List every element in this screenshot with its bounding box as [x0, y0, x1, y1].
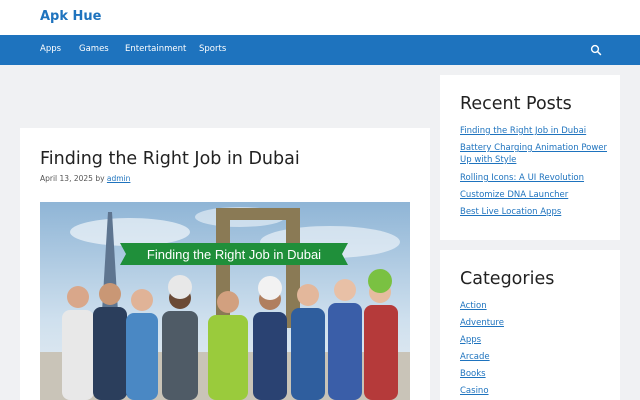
site-header: Apk Hue — [0, 0, 640, 35]
post-date: April 13, 2025 — [40, 174, 93, 183]
recent-post-link[interactable]: Finding the Right Job in Dubai — [460, 125, 610, 137]
recent-posts-title: Recent Posts — [460, 94, 572, 114]
banner-text: Finding the Right Job in Dubai — [147, 247, 321, 262]
featured-image[interactable]: Finding the Right Job in Dubai — [40, 202, 410, 400]
site-title[interactable]: Apk Hue — [40, 9, 102, 24]
recent-post-link[interactable]: Best Live Location Apps — [460, 206, 610, 218]
category-link[interactable]: Apps — [460, 334, 610, 346]
post-meta: April 13, 2025 by admin — [40, 174, 130, 183]
category-link[interactable]: Action — [460, 300, 610, 312]
post-author-link[interactable]: admin — [107, 174, 131, 183]
article-card: Finding the Right Job in Dubai April 13,… — [20, 128, 430, 400]
recent-post-link[interactable]: Rolling Icons: A UI Revolution — [460, 172, 610, 184]
category-link[interactable]: Books — [460, 368, 610, 380]
category-link[interactable]: Adventure — [460, 317, 610, 329]
category-link[interactable]: Arcade — [460, 351, 610, 363]
nav-item-apps[interactable]: Apps — [40, 35, 61, 65]
categories-title: Categories — [460, 269, 555, 289]
post-title[interactable]: Finding the Right Job in Dubai — [40, 149, 300, 169]
category-link[interactable]: Casino — [460, 385, 610, 397]
nav-item-games[interactable]: Games — [79, 35, 109, 65]
nav-item-sports[interactable]: Sports — [199, 35, 226, 65]
main-navigation: Apps Games Entertainment Sports — [0, 35, 640, 65]
recent-posts-widget: Recent Posts Finding the Right Job in Du… — [440, 75, 620, 240]
nav-item-entertainment[interactable]: Entertainment — [125, 35, 186, 65]
featured-image-art: Finding the Right Job in Dubai — [40, 202, 410, 400]
recent-post-link[interactable]: Battery Charging Animation Power Up with… — [460, 142, 610, 166]
search-icon[interactable] — [590, 44, 602, 56]
post-by-label: by — [95, 174, 105, 183]
recent-post-link[interactable]: Customize DNA Launcher — [460, 189, 610, 201]
categories-widget: Categories Action Adventure Apps Arcade … — [440, 250, 620, 400]
